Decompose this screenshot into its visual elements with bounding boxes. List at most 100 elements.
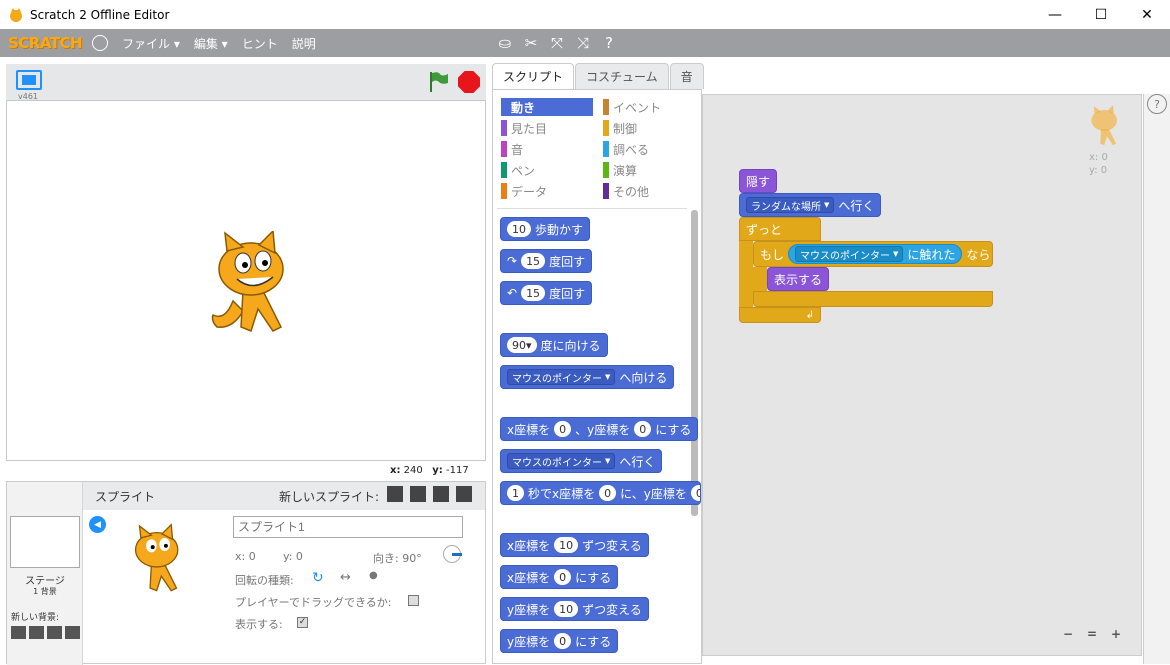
title-bar: Scratch 2 Offline Editor — ☐ ✕ <box>0 0 1170 29</box>
category-pen[interactable]: ペン <box>501 161 593 179</box>
turn-left-icon: ↶ <box>507 286 518 300</box>
stop-icon[interactable] <box>458 71 480 93</box>
maximize-button[interactable]: ☐ <box>1078 0 1124 29</box>
green-flag-icon[interactable] <box>426 70 450 94</box>
if-header[interactable]: もし マウスのポインターに触れた なら <box>753 241 993 267</box>
delete-icon[interactable]: ✂ <box>522 33 540 53</box>
stage-thumbnail[interactable] <box>10 516 80 568</box>
stage-column: ステージ 1 背景 新しい背景: <box>7 482 83 665</box>
sprite-info-back-icon[interactable]: ◀ <box>89 516 106 533</box>
tab-sounds[interactable]: 音 <box>669 63 704 89</box>
sprite-panel: ステージ 1 背景 新しい背景: スプライト 新しいスプライト: ◀ x: 0 … <box>6 481 486 665</box>
category-sensing[interactable]: 調べる <box>603 140 695 158</box>
editor-tabs: スクリプト コスチューム 音 <box>492 63 705 89</box>
category-operators[interactable]: 演算 <box>603 161 695 179</box>
presentation-mode-icon[interactable] <box>16 70 42 90</box>
menu-about[interactable]: 説明 <box>292 35 316 52</box>
upload-backdrop-icon[interactable] <box>47 626 62 639</box>
menu-edit[interactable]: 編集 ▾ <box>194 35 228 52</box>
block-go-to[interactable]: マウスのポインターへ行く <box>500 449 663 473</box>
new-sprite-label: 新しいスプライト: <box>279 490 380 504</box>
draggable-checkbox[interactable] <box>408 595 419 606</box>
shrink-icon[interactable]: ⤨ <box>574 33 592 53</box>
grow-icon[interactable]: ⤧ <box>548 33 566 53</box>
block-glide[interactable]: 1秒でx座標を0に、y座標を0 <box>500 481 701 505</box>
menu-file[interactable]: ファイル ▾ <box>122 35 180 52</box>
category-events[interactable]: イベント <box>603 98 695 116</box>
sprite-name-input[interactable] <box>233 516 463 538</box>
scratch-cat-icon <box>10 7 22 22</box>
menu-tips[interactable]: ヒント <box>242 35 278 52</box>
show-checkbox[interactable]: ✓ <box>297 617 308 628</box>
block-change-x[interactable]: x座標を 10 ずつ変える <box>500 533 649 557</box>
sprite-cat-on-stage[interactable] <box>203 231 303 335</box>
block-set-x[interactable]: x座標を 0 にする <box>500 565 619 589</box>
tab-scripts[interactable]: スクリプト <box>492 63 575 89</box>
script-hide-block[interactable]: 隠す <box>739 169 778 193</box>
stage-canvas[interactable] <box>6 100 486 461</box>
dont-rotate-icon[interactable]: ● <box>369 570 378 581</box>
help-icon[interactable]: ? <box>600 33 618 53</box>
script-go-to-block[interactable]: ランダムな場所へ行く <box>739 193 882 217</box>
turn-right-icon: ↷ <box>507 254 518 268</box>
duplicate-icon[interactable]: ⛀ <box>496 33 514 53</box>
upload-sprite-icon[interactable] <box>433 486 449 502</box>
draggable-label: プレイヤーでドラッグできるか: <box>235 596 392 609</box>
language-globe-icon[interactable] <box>92 35 108 51</box>
camera-backdrop-icon[interactable] <box>65 626 80 639</box>
sprite-direction: 向き: 90° <box>373 552 422 565</box>
tab-costumes[interactable]: コスチューム <box>575 63 669 89</box>
block-point-towards[interactable]: マウスのポインターへ向ける <box>500 365 675 389</box>
backdrop-library-icon[interactable] <box>11 626 26 639</box>
menu-bar: SCRATCH ファイル ▾ 編集 ▾ ヒント 説明 ⛀ ✂ ⤧ ⤨ ? <box>0 29 1170 57</box>
sprite-y: y: 0 <box>283 550 303 563</box>
category-control[interactable]: 制御 <box>603 119 695 137</box>
zoom-reset-icon[interactable]: = <box>1083 625 1101 643</box>
show-label: 表示する: <box>235 618 283 631</box>
palette-divider <box>497 208 687 209</box>
touching-block[interactable]: マウスのポインターに触れた <box>788 244 963 264</box>
rotation-style-label: 回転の種類: <box>235 574 294 587</box>
help-question-icon[interactable]: ? <box>1147 94 1167 114</box>
category-data[interactable]: データ <box>501 182 593 200</box>
sprite-library-icon[interactable] <box>387 486 403 502</box>
paint-backdrop-icon[interactable] <box>29 626 44 639</box>
camera-sprite-icon[interactable] <box>456 486 472 502</box>
paint-sprite-icon[interactable] <box>410 486 426 502</box>
category-more-blocks[interactable]: その他 <box>603 182 695 200</box>
rotate-all-around-icon[interactable]: ↻ <box>312 570 324 586</box>
backdrop-count: 1 背景 <box>33 587 57 596</box>
if-footer <box>753 291 993 307</box>
block-move-steps[interactable]: 10 歩動かす <box>500 217 591 241</box>
script-show-block[interactable]: 表示する <box>767 267 830 291</box>
category-motion[interactable]: 動き <box>501 98 593 116</box>
left-right-icon[interactable]: ↔ <box>340 570 351 585</box>
minimize-button[interactable]: — <box>1032 0 1078 29</box>
palette-scrollbar[interactable] <box>691 210 698 516</box>
block-go-to-xy[interactable]: x座標を 0 、y座標を 0 にする <box>500 417 699 441</box>
block-point-in-direction[interactable]: 90▾ 度に向ける <box>500 333 608 357</box>
forever-arm <box>739 241 753 307</box>
block-turn-right[interactable]: ↷ 15 度回す <box>500 249 593 273</box>
if-arm <box>753 267 767 291</box>
zoom-controls: − = + <box>1059 625 1125 643</box>
category-looks[interactable]: 見た目 <box>501 119 593 137</box>
block-turn-left[interactable]: ↶ 15 度回す <box>500 281 593 305</box>
right-edge-panel <box>1143 94 1170 664</box>
forever-header[interactable]: ずっと <box>739 217 821 241</box>
scratch-logo[interactable]: SCRATCH <box>8 34 83 52</box>
stage-label: ステージ <box>25 576 65 587</box>
current-sprite-icon <box>1091 105 1117 146</box>
sprite-xy-readout: x: 0 y: 0 <box>1089 152 1108 176</box>
close-button[interactable]: ✕ <box>1124 0 1170 29</box>
direction-dial[interactable] <box>443 545 462 563</box>
script-area[interactable]: x: 0 y: 0 隠す ランダムな場所へ行く ずっと ↲ もし マウスのポイン… <box>702 94 1142 656</box>
block-palette: 動き 見た目 音 ペン データ イベント 制御 調べる 演算 その他 10 歩動か… <box>492 89 702 664</box>
block-set-y[interactable]: y座標を 0 にする <box>500 629 619 653</box>
zoom-out-icon[interactable]: − <box>1059 625 1077 643</box>
category-sound[interactable]: 音 <box>501 140 593 158</box>
zoom-in-icon[interactable]: + <box>1107 625 1125 643</box>
block-change-y[interactable]: y座標を 10 ずつ変える <box>500 597 649 621</box>
new-backdrop-label: 新しい背景: <box>11 613 60 623</box>
sprites-title: スプライト <box>95 490 156 504</box>
